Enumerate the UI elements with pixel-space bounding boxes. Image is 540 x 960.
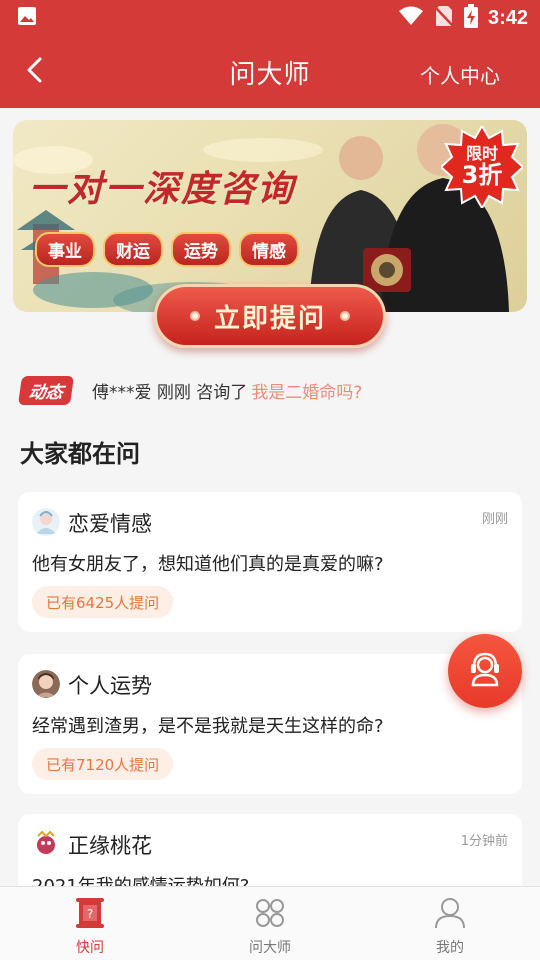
discount-badge: 限时 3折 (441, 126, 523, 208)
tab-label: 问大师 (249, 940, 291, 956)
headset-icon (465, 649, 505, 693)
ask-now-button[interactable]: 立即提问 (154, 284, 386, 348)
tab-mine[interactable]: 我的 (360, 887, 540, 960)
customer-service-button[interactable] (448, 634, 522, 708)
bottom-tab-bar: ? 快问 问大师 我的 (0, 886, 540, 960)
activity-link[interactable]: 我是二婚命吗? (251, 378, 362, 403)
ask-now-label: 立即提问 (213, 303, 326, 334)
banner-tags: 事业 财运 运势 情感 (35, 232, 299, 267)
question-card[interactable]: 个人运势 经常遇到渣男，是不是我就是天生这样的命? 已有7120人提问 (18, 654, 522, 794)
activity-badge: 动态 (17, 376, 75, 405)
tab-label: 快问 (76, 940, 104, 956)
banner-tag-emotion: 情感 (239, 232, 299, 267)
activity-text: 傅***爱 刚刚 咨询了 (92, 383, 248, 403)
banner-title: 一对一深度咨询 (29, 168, 296, 210)
app-header: 问大师 个人中心 (0, 36, 540, 108)
dot-icon (340, 311, 350, 321)
section-title: 大家都在问 (20, 439, 140, 468)
card-ask-count: 已有7120人提问 (32, 748, 174, 780)
card-ask-count: 已有6425人提问 (32, 586, 174, 618)
avatar (32, 830, 60, 858)
wifi-icon (398, 6, 424, 30)
tab-quick-ask[interactable]: ? 快问 (0, 887, 180, 960)
person-icon (433, 897, 467, 933)
status-time: 3:42 (487, 6, 528, 29)
dot-icon (189, 311, 200, 321)
card-question: 他有女朋友了，想知道他们真的是真爱的嘛? (32, 554, 384, 575)
avatar (32, 670, 60, 698)
card-question: 经常遇到渣男，是不是我就是天生这样的命? (32, 716, 384, 737)
image-icon (16, 5, 38, 31)
tab-ask-master[interactable]: 问大师 (180, 887, 360, 960)
battery-charging-icon (463, 4, 478, 32)
scroll-icon: ? (72, 897, 108, 933)
discount-line2: 3折 (461, 160, 503, 189)
no-sim-icon (434, 5, 454, 31)
avatar (32, 508, 60, 536)
card-category: 正缘桃花 (68, 834, 152, 858)
banner-tag-career: 事业 (35, 232, 95, 267)
personal-center-link[interactable]: 个人中心 (420, 60, 500, 89)
activity-ticker: 动态 傅***爱 刚刚 咨询了 我是二婚命吗? (17, 376, 362, 405)
card-time: 1分钟前 (460, 834, 508, 849)
banner-tag-fortune: 运势 (171, 232, 231, 267)
card-category: 恋爱情感 (68, 512, 152, 536)
card-category: 个人运势 (68, 674, 152, 698)
question-card[interactable]: 恋爱情感 刚刚 他有女朋友了，想知道他们真的是真爱的嘛? 已有6425人提问 (18, 492, 522, 632)
svg-text:?: ? (87, 907, 93, 921)
card-time: 刚刚 (481, 512, 508, 527)
grid-icon (253, 897, 287, 933)
banner-tag-wealth: 财运 (103, 232, 163, 267)
tab-label: 我的 (436, 940, 464, 956)
status-bar: 3:42 (0, 0, 540, 36)
